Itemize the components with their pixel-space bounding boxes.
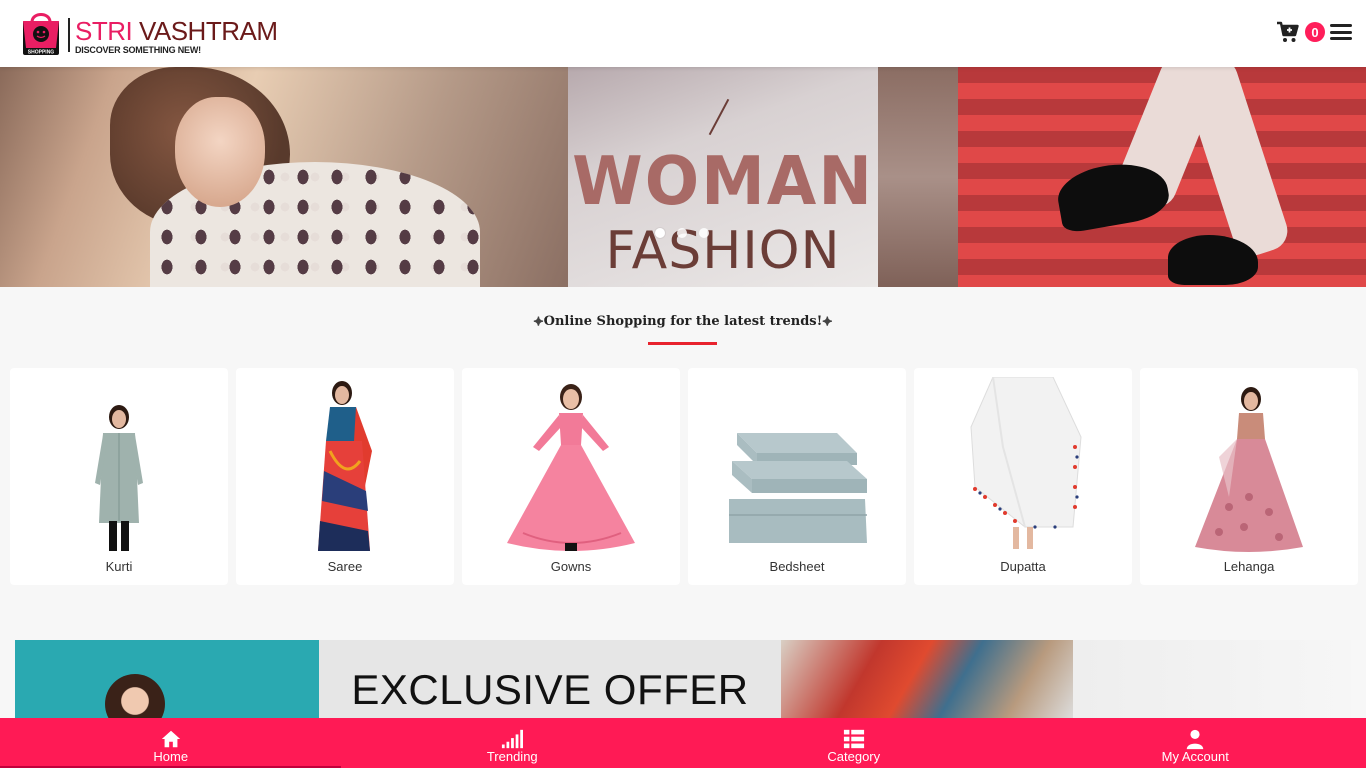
hero-text-line1: WOMAN [572, 143, 874, 221]
ornament-left-icon: ⯌ [533, 314, 544, 329]
hero-image-strip [878, 67, 958, 287]
header: SHOPPING STRI VASHTRAM DISCOVER SOMETHIN… [0, 0, 1366, 67]
brand-title-part1: STRI [75, 16, 139, 46]
slider-dot-3[interactable] [699, 228, 709, 238]
hero-image-woman [0, 67, 568, 287]
nav-item-category[interactable]: Category [683, 718, 1025, 768]
nav-label-home: Home [153, 749, 189, 764]
bedsheet-image [688, 378, 906, 553]
category-card-kurti[interactable]: Kurti [10, 368, 228, 585]
offer-image-right [1073, 640, 1351, 720]
offer-image-bags [781, 640, 1073, 720]
category-card-saree[interactable]: Saree [236, 368, 454, 585]
kurti-image [10, 378, 228, 553]
offer-text: EXCLUSIVE OFFER [351, 666, 749, 713]
user-icon [1187, 729, 1204, 750]
category-card-dupatta[interactable]: Dupatta [914, 368, 1132, 585]
hero-image-heels [958, 67, 1366, 287]
slider-dot-1[interactable] [655, 228, 665, 238]
exclusive-offer-banner[interactable]: EXCLUSIVE OFFER [15, 640, 1351, 720]
logo-text: STRI VASHTRAM DISCOVER SOMETHING NEW! [75, 16, 278, 55]
category-label: Saree [327, 559, 363, 574]
nav-item-home[interactable]: Home [0, 718, 342, 768]
offer-text-panel: EXCLUSIVE OFFER [319, 640, 781, 720]
nav-label-my-account: My Account [1161, 749, 1229, 764]
brand-title: STRI VASHTRAM [75, 16, 278, 46]
hamburger-menu-icon[interactable] [1330, 22, 1352, 42]
brand-title-part2: VASHTRAM [138, 16, 278, 46]
logo-divider [68, 18, 70, 52]
slash-decoration [708, 98, 730, 136]
signal-bars-icon [502, 729, 524, 749]
category-grid: Kurti Saree Gowns Bedsheet Dupatta Lehan… [10, 368, 1358, 585]
category-label: Lehanga [1223, 559, 1275, 574]
gown-image [462, 378, 680, 553]
brand-logo[interactable]: SHOPPING STRI VASHTRAM DISCOVER SOMETHIN… [20, 8, 278, 58]
hero-slider[interactable]: WOMAN FASHION [0, 67, 1366, 287]
shopping-bag-logo-icon: SHOPPING [20, 8, 62, 58]
cart-plus-icon[interactable] [1276, 20, 1300, 44]
nav-item-my-account[interactable]: My Account [1025, 718, 1366, 768]
slider-dot-2[interactable] [677, 228, 687, 238]
category-label: Gowns [550, 559, 592, 574]
bag-text: SHOPPING [28, 50, 55, 56]
section-title-underline [648, 342, 717, 345]
lehanga-image [1140, 378, 1358, 553]
offer-image-model [15, 640, 319, 720]
ornament-right-icon: ⯌ [822, 314, 833, 329]
section-title: ⯌Online Shopping for the latest trends!⯌ [0, 314, 1366, 329]
dupatta-image [914, 377, 1132, 553]
nav-label-category: Category [827, 749, 881, 764]
cart-count-badge[interactable]: 0 [1305, 22, 1325, 42]
category-card-bedsheet[interactable]: Bedsheet [688, 368, 906, 585]
hero-woman-fashion-graphic: WOMAN FASHION [568, 67, 878, 287]
home-icon [161, 730, 180, 748]
nav-item-trending[interactable]: Trending [342, 718, 684, 768]
category-label: Kurti [105, 559, 133, 574]
category-card-gowns[interactable]: Gowns [462, 368, 680, 585]
hero-text-line2: FASHION [605, 221, 841, 281]
nav-label-trending: Trending [486, 749, 538, 764]
bottom-navigation: Home Trending Category My Account [0, 718, 1366, 768]
header-actions: 0 [1276, 20, 1352, 44]
saree-image [236, 378, 454, 553]
list-icon [843, 729, 864, 749]
category-card-lehanga[interactable]: Lehanga [1140, 368, 1358, 585]
slider-dots [655, 228, 709, 238]
category-label: Dupatta [1000, 559, 1046, 574]
section-title-text: Online Shopping for the latest trends! [543, 314, 823, 329]
category-label: Bedsheet [769, 559, 825, 574]
brand-tagline: DISCOVER SOMETHING NEW! [75, 45, 201, 55]
